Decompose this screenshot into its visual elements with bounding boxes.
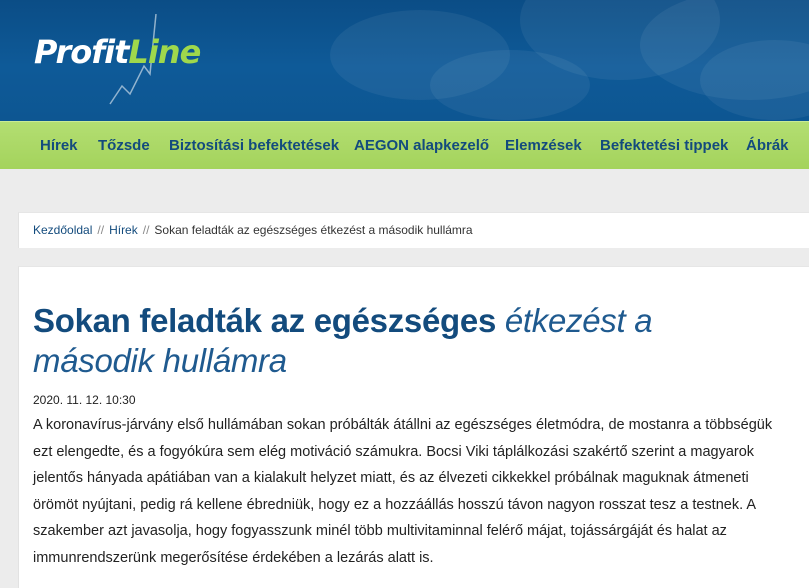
article-body: A koronavírus-járvány első hullámában so… — [33, 417, 773, 566]
article: Sokan feladták az egészséges étkezést a … — [18, 266, 809, 588]
breadcrumb-home-link[interactable]: Kezdőoldal — [33, 223, 92, 237]
article-date: 2020. 11. 12. 10:30 — [33, 393, 136, 407]
article-title: Sokan feladták az egészséges étkezést a … — [33, 301, 773, 381]
nav-item-biztositasi-befektetesek[interactable]: Biztosítási befektetések — [169, 122, 339, 170]
nav-item-befektetesi-tippek[interactable]: Befektetési tippek — [600, 122, 728, 170]
breadcrumb: Kezdőoldal // Hírek // Sokan feladták az egé… — [18, 212, 809, 248]
nav-item-tozsde[interactable]: Tőzsde — [98, 122, 150, 170]
main-navigation: Hírek Tőzsde Biztosítási befektetések AE… — [0, 121, 809, 169]
logo-text-line: Line — [128, 33, 201, 71]
breadcrumb-separator: // — [97, 223, 105, 237]
nav-item-hirek[interactable]: Hírek — [40, 122, 78, 170]
nav-item-elemzesek[interactable]: Elemzések — [505, 122, 582, 170]
nav-item-abrak[interactable]: Ábrák — [746, 122, 789, 170]
breadcrumb-separator: // — [142, 223, 150, 237]
breadcrumb-section-link[interactable]: Hírek — [109, 223, 138, 237]
nav-item-aegon-alapkezelo[interactable]: AEGON alapkezelő — [354, 122, 489, 170]
profitline-logo[interactable]: ProfitLine — [34, 30, 201, 74]
site-header: ProfitLine — [0, 0, 809, 121]
breadcrumb-current: Sokan feladták az egészséges étkezést a … — [154, 223, 473, 237]
article-title-bold: Sokan feladták az egészséges — [33, 302, 496, 339]
logo-text-profit: Profit — [34, 33, 129, 71]
